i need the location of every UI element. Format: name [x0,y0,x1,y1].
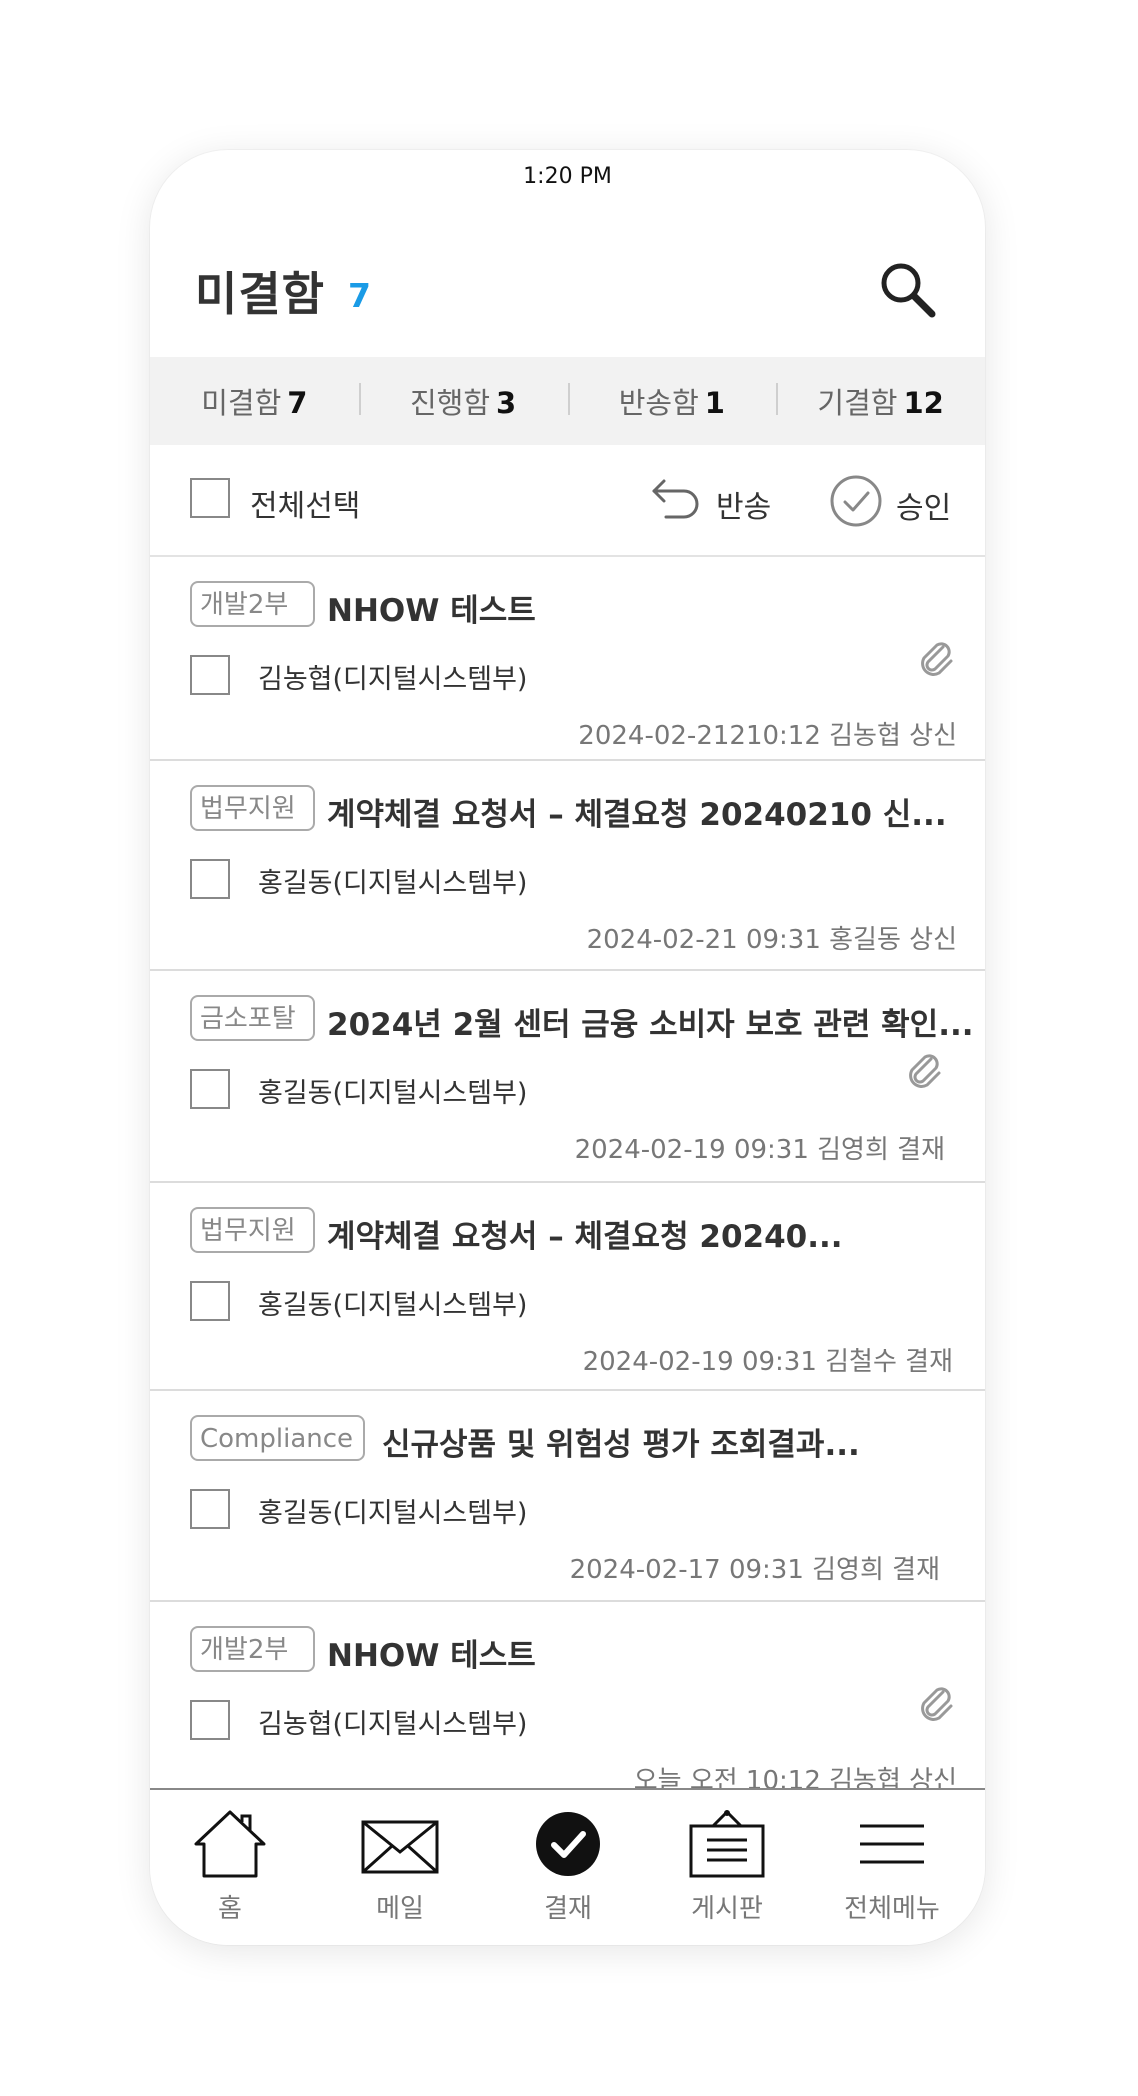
tab-returned[interactable]: 반송함 1 [567,380,777,422]
attachment-icon [921,1687,953,1721]
return-button-label: 반송 [716,490,772,525]
tab-pending[interactable]: 미결함 7 [150,380,359,422]
list-item[interactable]: 개발2부 NHOW 테스트 김농협(디지털시스템부) 2024-02-21210… [150,557,985,761]
drafter: 홍길동(디지털시스템부) [258,1078,528,1109]
department-tag: 금소포탈 [190,995,315,1041]
drafter: 김농협(디지털시스템부) [258,664,528,695]
status-bar-time: 1:20 PM [523,164,612,189]
nav-label: 홈 [218,1894,242,1924]
department-tag: Compliance [190,1415,365,1461]
drafter: 홍길동(디지털시스템부) [258,1498,528,1529]
department-tag: 법무지원 [190,1207,315,1253]
search-button[interactable] [876,258,940,322]
tab-label: 진행함 [410,386,491,420]
document-meta: 2024-02-17 09:31 김영희 결재 [569,1555,940,1585]
approval-list: 개발2부 NHOW 테스트 김농협(디지털시스템부) 2024-02-21210… [150,557,985,1802]
nav-label: 게시판 [691,1894,763,1924]
select-all-checkbox[interactable] [190,478,230,518]
list-item[interactable]: 금소포탈 2024년 2월 센터 금융 소비자 보호 관련 확인... 홍길동(… [150,971,985,1183]
document-title: 신규상품 및 위험성 평가 조회결과... [382,1427,860,1463]
tab-label: 기결함 [817,386,898,420]
document-title: NHOW 테스트 [327,593,536,629]
list-toolbar: 전체선택 반송 승인 [150,445,985,557]
document-meta: 2024-02-19 09:31 김철수 결재 [582,1347,953,1377]
tab-in-progress[interactable]: 진행함 3 [358,380,568,422]
document-title: 2024년 2월 센터 금융 소비자 보호 관련 확인... [327,1007,974,1043]
drafter: 홍길동(디지털시스템부) [258,1290,528,1321]
nav-approval[interactable]: 결재 [498,1808,638,1925]
department-tag: 개발2부 [190,1626,315,1672]
list-item[interactable]: 법무지원 계약체결 요청서 – 체결요청 20240... 홍길동(디지털시스템… [150,1183,985,1391]
attachment-icon [921,642,953,676]
tab-count: 1 [704,386,725,420]
approve-button-label: 승인 [896,491,952,526]
document-title: NHOW 테스트 [327,1638,536,1674]
menu-icon [860,1824,924,1864]
nav-label: 전체메뉴 [844,1894,940,1924]
nav-home[interactable]: 홈 [160,1808,300,1925]
nav-label: 메일 [376,1894,424,1924]
tab-completed[interactable]: 기결함 12 [776,380,985,422]
attachment-icon [909,1054,941,1088]
department-tag: 법무지원 [190,785,315,831]
list-item[interactable]: 법무지원 계약체결 요청서 – 체결요청 20240210 신... 홍길동(디… [150,761,985,971]
nav-mail[interactable]: 메일 [330,1808,470,1925]
document-meta: 2024-02-21 09:31 홍길동 상신 [586,925,957,955]
approval-check-icon [536,1812,600,1876]
board-icon [689,1809,765,1878]
phone-frame: 1:20 PM 미결함 7 미결함 7 진행함 3 반송함 1 기결함 12 전체선택 … [150,150,985,1945]
item-checkbox[interactable] [190,655,230,695]
select-all-label: 전체선택 [250,489,361,524]
list-item[interactable]: 개발2부 NHOW 테스트 김농협(디지털시스템부) 오늘 오전 10:12 김… [150,1602,985,1802]
nav-all-menu[interactable]: 전체메뉴 [822,1808,962,1925]
return-arrow-icon [652,479,699,519]
search-icon [881,263,936,318]
list-item[interactable]: Compliance 신규상품 및 위험성 평가 조회결과... 홍길동(디지털… [150,1391,985,1602]
page-title: 미결함 [195,267,325,321]
department-tag: 개발2부 [190,581,315,627]
document-meta: 2024-02-21210:12 김농협 상신 [578,721,957,751]
tab-count: 3 [496,386,517,420]
tab-count: 12 [903,386,944,420]
mail-icon [361,1820,439,1874]
approval-box-tabs: 미결함 7 진행함 3 반송함 1 기결함 12 [150,357,985,445]
document-title: 계약체결 요청서 – 체결요청 20240... [327,1219,843,1255]
check-circle-icon [830,475,882,527]
item-checkbox[interactable] [190,859,230,899]
document-meta: 2024-02-19 09:31 김영희 결재 [574,1135,945,1165]
tab-label: 미결함 [201,386,282,420]
bottom-navigation: 홈 메일 결재 게시판 전체메뉴 [150,1788,985,1945]
item-checkbox[interactable] [190,1281,230,1321]
item-checkbox[interactable] [190,1069,230,1109]
nav-board[interactable]: 게시판 [657,1808,797,1925]
page-header: 미결함 7 [150,258,985,346]
tab-count: 7 [287,386,308,420]
nav-label: 결재 [544,1894,592,1924]
home-icon [194,1810,266,1878]
tab-label: 반송함 [618,386,699,420]
page-title-count: 7 [348,276,371,315]
document-title: 계약체결 요청서 – 체결요청 20240210 신... [327,797,947,833]
item-checkbox[interactable] [190,1489,230,1529]
drafter: 홍길동(디지털시스템부) [258,868,528,899]
drafter: 김농협(디지털시스템부) [258,1709,528,1740]
item-checkbox[interactable] [190,1700,230,1740]
